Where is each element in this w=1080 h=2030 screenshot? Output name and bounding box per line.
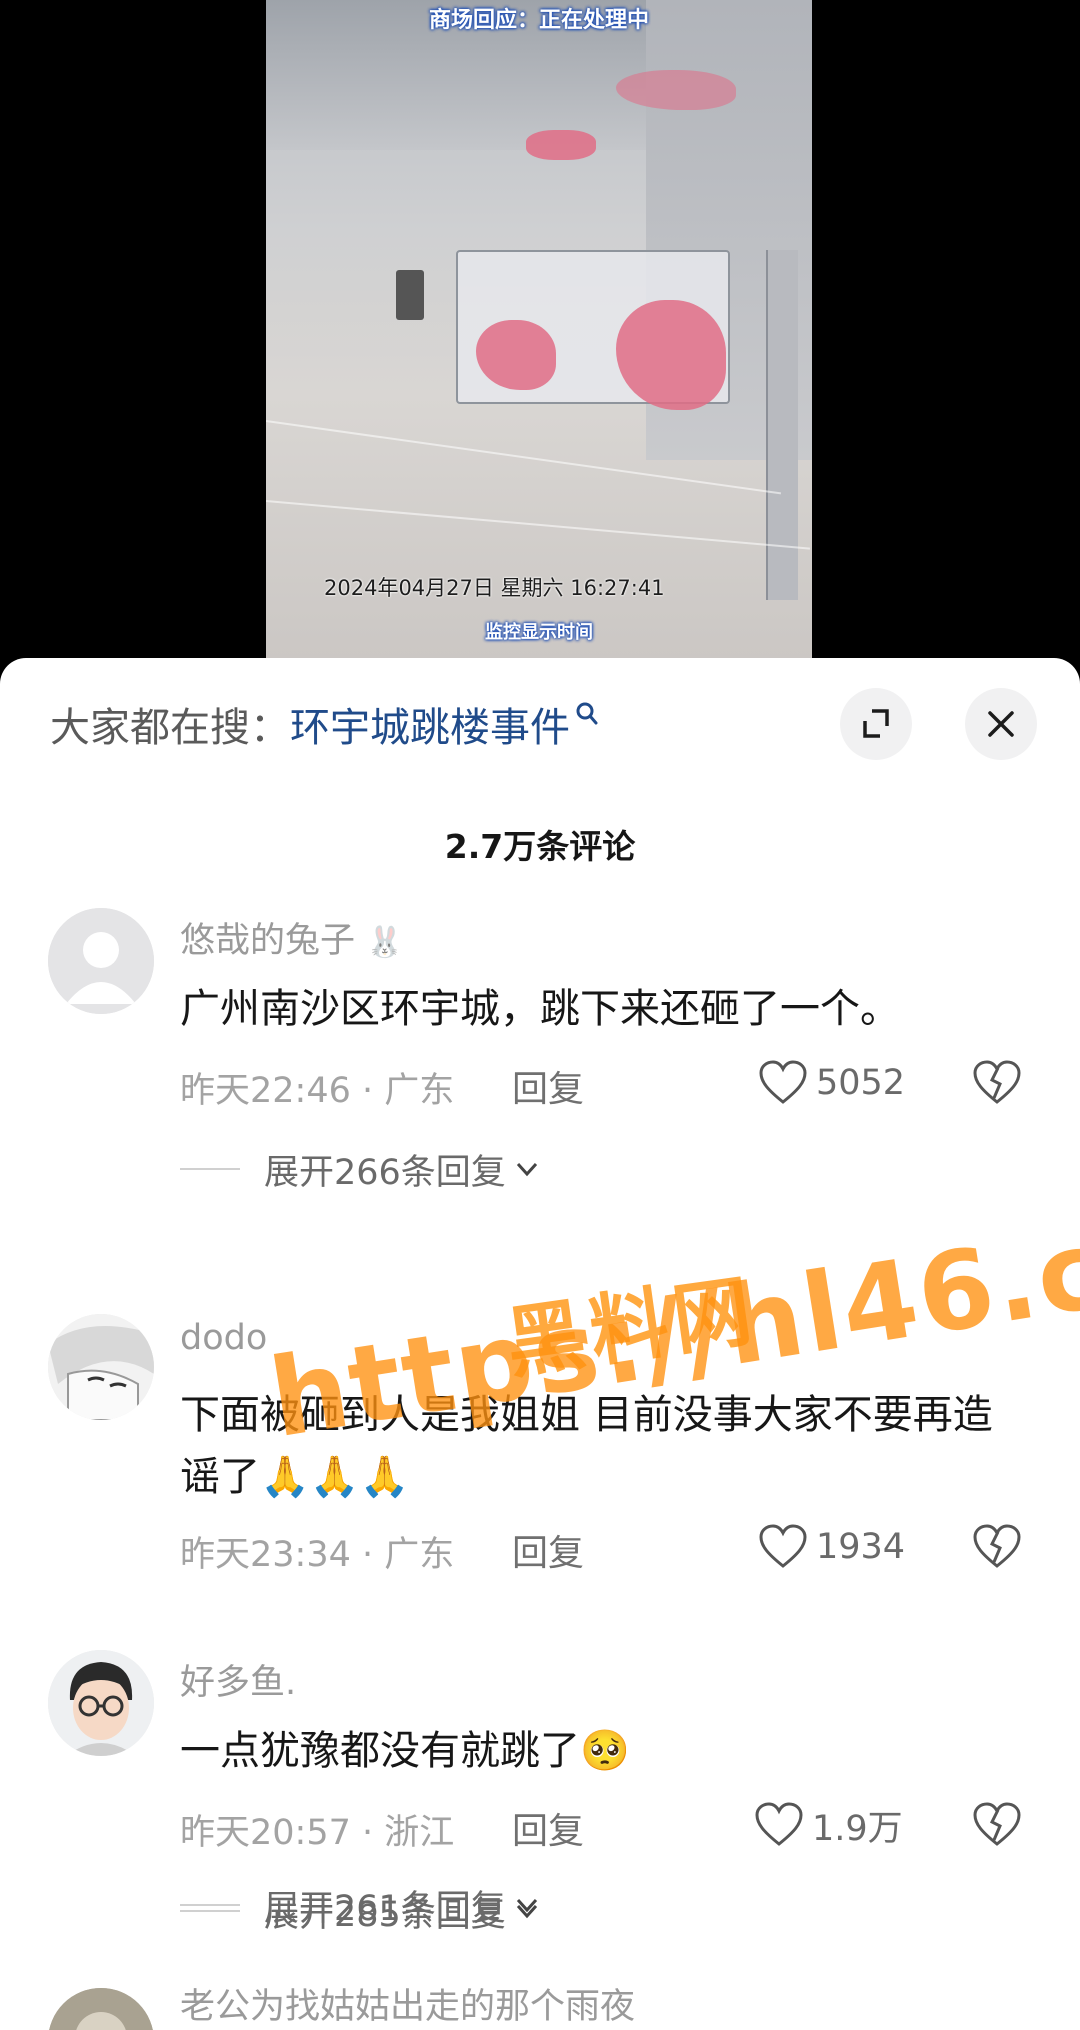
divider xyxy=(180,1910,240,1912)
dislike-button[interactable] xyxy=(972,1058,1022,1108)
expand-button[interactable] xyxy=(840,688,912,760)
avatar[interactable] xyxy=(48,1988,154,2030)
like-count: 5052 xyxy=(816,1063,906,1103)
anime-avatar-icon xyxy=(48,1314,154,1420)
comment-username[interactable]: 好多鱼. xyxy=(180,1654,296,1705)
expand-replies-label: 展开266条回复 xyxy=(264,1152,506,1193)
comment-text: 广州南沙区环宇城，跳下来还砸了一个。 xyxy=(180,986,900,1032)
like-button[interactable]: 5052 xyxy=(758,1058,905,1108)
comment-meta: 昨天22:46 · 广东 xyxy=(180,1071,455,1111)
avatar[interactable] xyxy=(48,1314,154,1420)
avatar[interactable] xyxy=(48,908,154,1014)
comment-meta: 昨天23:34 · 广东 xyxy=(180,1535,455,1575)
expand-replies-label: 展开285条回复 xyxy=(264,1894,506,1935)
comment-username[interactable]: dodo xyxy=(180,1318,267,1358)
dislike-button[interactable] xyxy=(972,1800,1022,1850)
default-avatar-icon xyxy=(48,908,154,1014)
like-count: 1934 xyxy=(816,1527,906,1567)
surveillance-frame: 商场回应：正在处理中 2024年04月27日 星期六 16:27:41 监控显示… xyxy=(266,0,812,660)
heart-icon xyxy=(759,1524,807,1568)
reply-button[interactable]: 回复 xyxy=(512,1060,584,1112)
close-icon xyxy=(988,711,1014,737)
rabbit-icon: 🐰 xyxy=(366,925,404,960)
like-button[interactable]: 1934 xyxy=(758,1522,905,1572)
trending-search-prefix: 大家都在搜： xyxy=(50,705,290,751)
expand-replies[interactable]: 展开285条回复 xyxy=(180,1886,542,1936)
divider xyxy=(180,1168,240,1170)
reply-button[interactable]: 回复 xyxy=(512,1802,584,1854)
heart-icon xyxy=(755,1802,803,1846)
dislike-button[interactable] xyxy=(972,1522,1022,1572)
avatar[interactable] xyxy=(48,1650,154,1756)
like-count: 1.9万 xyxy=(812,1808,903,1849)
cartoon-avatar-icon xyxy=(48,1650,154,1756)
search-icon xyxy=(576,702,598,725)
photo-avatar-icon xyxy=(48,1988,154,2030)
heart-icon xyxy=(759,1060,807,1104)
comment-text: 下面被砸到人是我姐姐 目前没事大家不要再造谣了🙏🙏🙏 xyxy=(180,1392,993,1500)
comment-username[interactable]: 悠哉的兔子 🐰 xyxy=(180,912,404,963)
close-button[interactable] xyxy=(965,688,1037,760)
expand-icon xyxy=(863,709,889,738)
chevron-down-icon xyxy=(516,1162,537,1177)
video-timestamp: 2024年04月27日 星期六 16:27:41 xyxy=(324,576,665,600)
expand-replies[interactable]: 展开266条回复 xyxy=(180,1144,542,1194)
username-text: 悠哉的兔子 xyxy=(180,921,356,961)
timestamp-caption: 监控显示时间 xyxy=(485,622,593,643)
trending-search[interactable]: 大家都在搜： 环宇城跳楼事件 xyxy=(50,694,600,754)
trending-search-term[interactable]: 环宇城跳楼事件 xyxy=(290,695,570,753)
comment-username[interactable]: 老公为找姑姑出走的那个雨夜 xyxy=(180,1978,635,2029)
reply-button[interactable]: 回复 xyxy=(512,1524,584,1576)
comment-count: 2.7万条评论 xyxy=(444,827,636,866)
comment-text: 一点犹豫都没有就跳了🥺 xyxy=(180,1728,630,1774)
like-button[interactable]: 1.9万 xyxy=(754,1800,903,1850)
comment-meta: 昨天20:57 · 浙江 xyxy=(180,1813,455,1853)
video-top-caption: 商场回应：正在处理中 xyxy=(428,8,649,33)
video-player[interactable]: 商场回应：正在处理中 2024年04月27日 星期六 16:27:41 监控显示… xyxy=(0,0,1080,680)
comment-sheet: 大家都在搜： 环宇城跳楼事件 2.7万条评论 悠哉的兔子 � xyxy=(0,658,1080,2030)
chevron-down-icon xyxy=(516,1904,537,1919)
